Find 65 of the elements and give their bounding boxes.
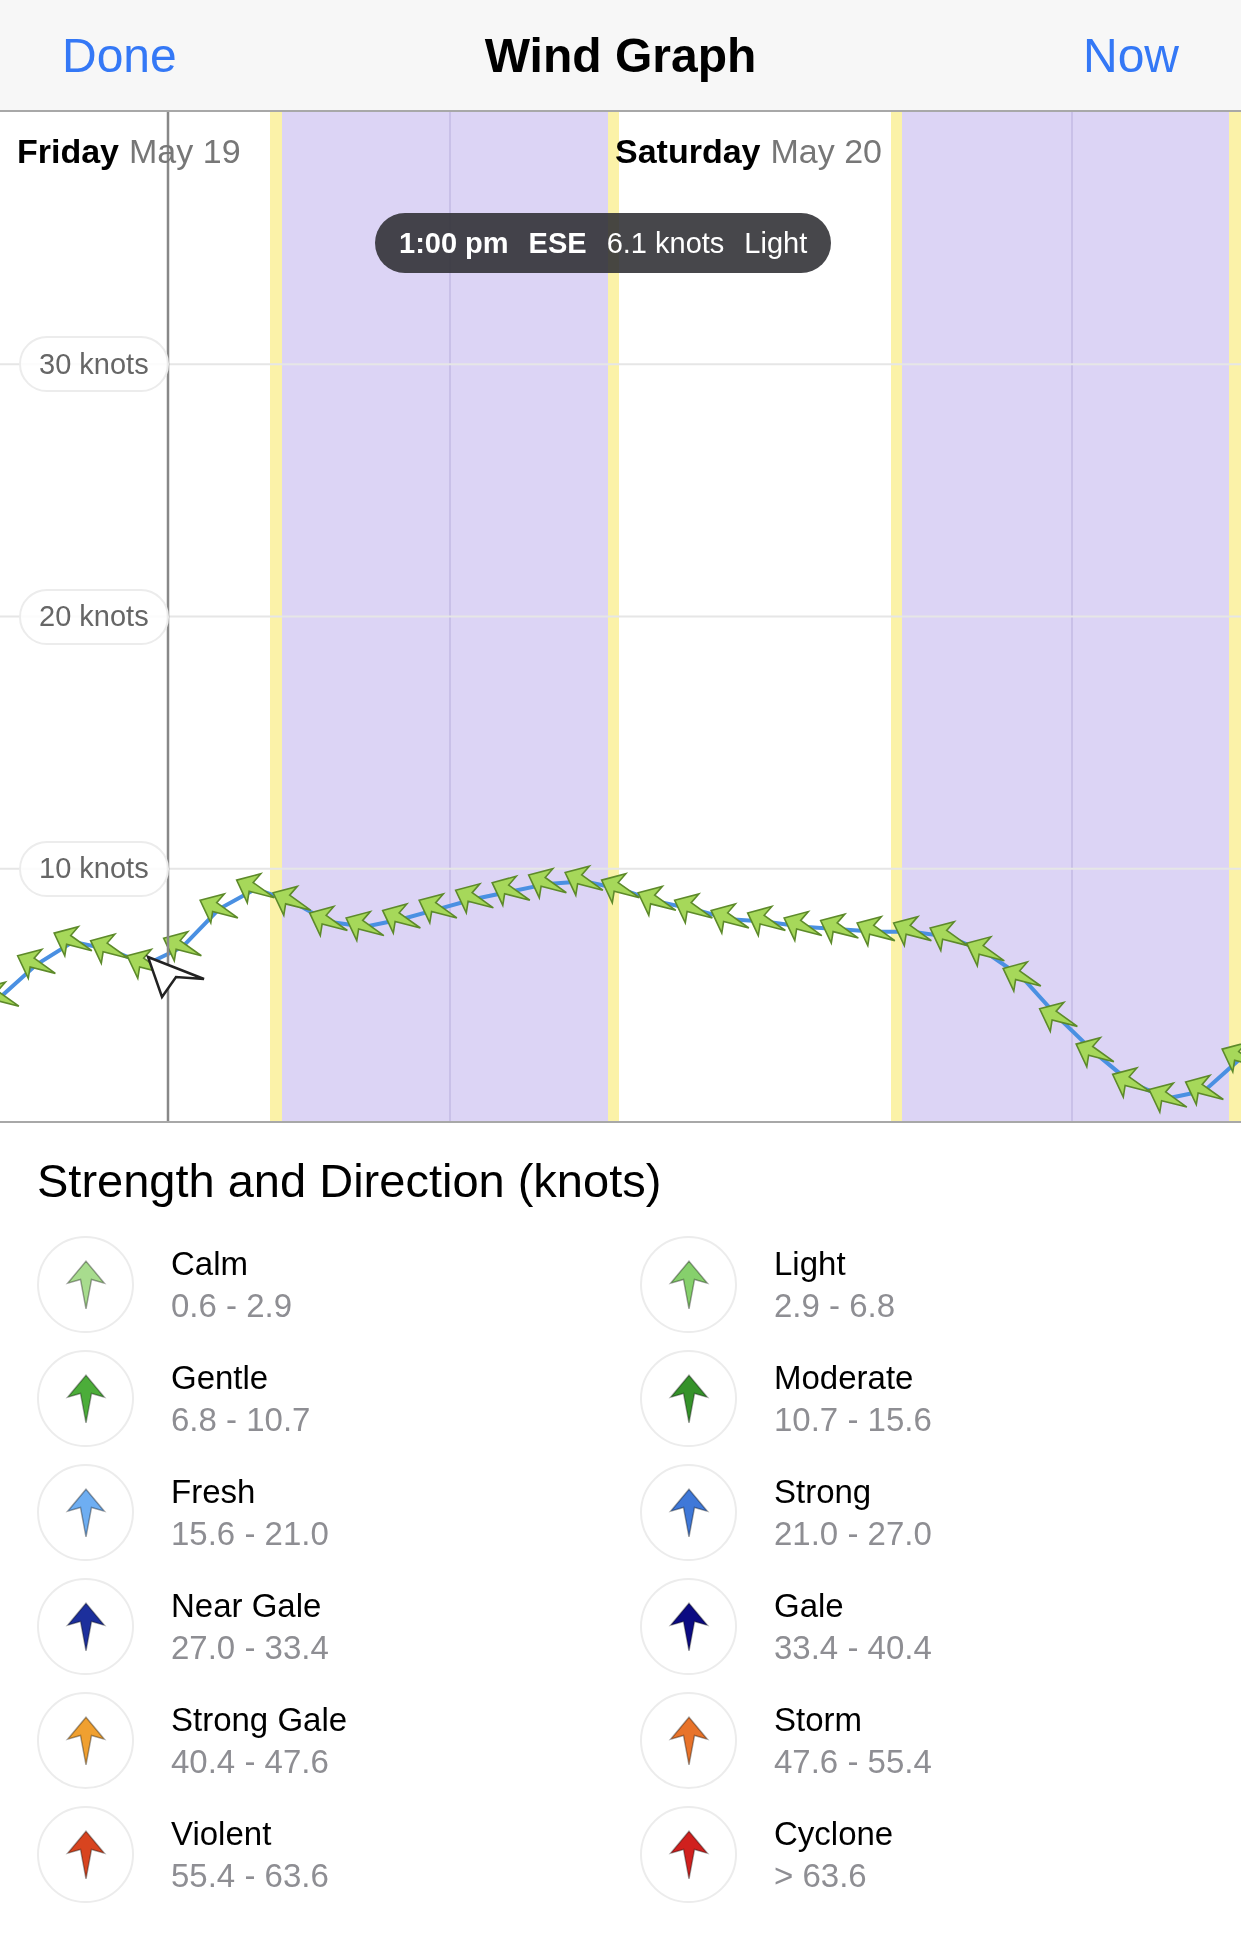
wind-arrow-icon [1002, 960, 1042, 994]
wind-arrow-icon [564, 864, 604, 898]
done-button[interactable]: Done [62, 27, 177, 83]
now-button[interactable]: Now [1082, 27, 1179, 83]
legend-range: 27.0 - 33.4 [171, 1628, 329, 1667]
legend-name: Moderate [774, 1358, 915, 1397]
legend-range: 2.9 - 6.8 [774, 1286, 896, 1325]
legend-range: 47.6 - 55.4 [774, 1742, 932, 1781]
legend-name: Strong [774, 1472, 873, 1511]
window-title: Wind Graph [484, 27, 757, 83]
legend-range: 10.7 - 15.6 [774, 1400, 932, 1439]
wind-arrow-icon [235, 872, 276, 906]
legend-name: Fresh [171, 1472, 257, 1511]
date-label: May 20 [770, 132, 882, 171]
wind-arrow-icon [746, 905, 787, 939]
axis-label: 20 knots [19, 588, 169, 645]
wind-arrow-icon [1148, 1081, 1188, 1115]
wind-arrow-icon [1038, 1000, 1079, 1035]
day-label: Friday [17, 132, 120, 171]
wind-arrow-icon [162, 930, 203, 964]
wind-arrow-icon [345, 910, 385, 944]
axis-label: 30 knots [19, 336, 169, 393]
legend-name: Cyclone [774, 1814, 894, 1853]
wind-arrow-icon [637, 884, 677, 919]
legend-range: 21.0 - 27.0 [774, 1514, 932, 1553]
legend-name: Light [774, 1244, 847, 1283]
legend-range: > 63.6 [774, 1856, 868, 1895]
legend-name: Calm [171, 1244, 249, 1283]
legend-name: Strong Gale [171, 1700, 348, 1739]
legend-name: Near Gale [171, 1586, 323, 1625]
wind-arrow-icon [199, 892, 239, 926]
wind-arrow-icon [308, 905, 349, 939]
legend-title: Strength and Direction (knots) [37, 1153, 663, 1208]
legend-range: 40.4 - 47.6 [171, 1742, 330, 1781]
wind-arrow-icon [527, 867, 568, 901]
wind-arrow-icon [1111, 1066, 1152, 1100]
legend-name: Gale [774, 1586, 845, 1625]
legend-range: 0.6 - 2.9 [171, 1286, 293, 1325]
tooltip: 1:00 pm ESE 6.1 knots Light [375, 213, 832, 273]
wind-arrow-icon [929, 920, 969, 954]
wind-arrow-icon [53, 925, 93, 959]
wind-arrow-icon [491, 874, 531, 908]
wind-arrow-icon [965, 935, 1006, 969]
legend-name: Storm [774, 1700, 863, 1739]
wind-arrow-icon [454, 882, 495, 916]
wind-arrow-icon [1075, 1036, 1115, 1070]
legend-name: Violent [171, 1814, 273, 1853]
legend-range: 33.4 - 40.4 [774, 1628, 932, 1667]
wind-arrow-icon [892, 915, 933, 949]
wind-arrow-icon [89, 932, 130, 966]
legend-range: 6.8 - 10.7 [171, 1400, 311, 1439]
legend-range: 55.4 - 63.6 [171, 1856, 329, 1895]
day-label: Saturday [615, 132, 761, 171]
wind-arrow-icon [418, 892, 458, 926]
wind-arrow-icon [381, 902, 422, 936]
wind-arrow-icon [600, 872, 641, 906]
wind-arrow-icon [272, 884, 312, 919]
legend-range: 15.6 - 21.0 [171, 1514, 329, 1553]
wind-arrow-icon [710, 902, 750, 936]
wind-arrow-icon [856, 915, 896, 949]
axis-label: 10 knots [19, 840, 169, 897]
wind-arrow-icon [673, 892, 714, 926]
wind-arrow-icon [819, 912, 860, 946]
legend-name: Gentle [171, 1358, 270, 1397]
wind-arrow-icon [783, 910, 823, 944]
